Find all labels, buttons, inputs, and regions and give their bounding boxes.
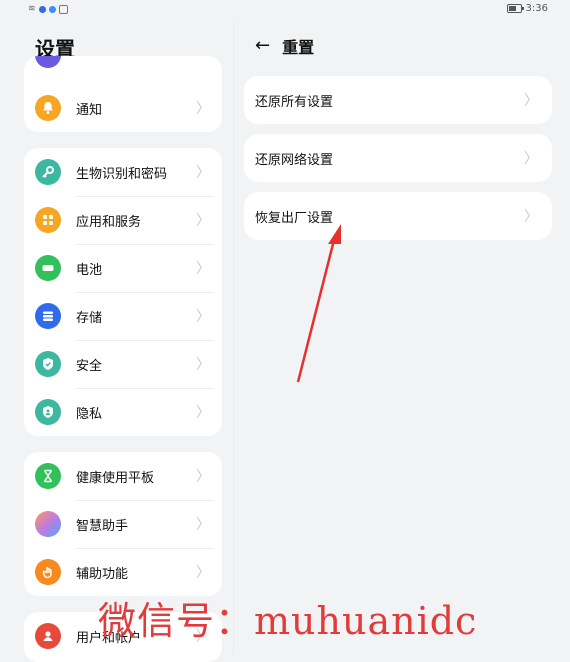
chevron-right-icon: 〉 bbox=[196, 517, 210, 533]
factory-reset-item[interactable]: 恢复出厂设置 〉 bbox=[244, 192, 552, 240]
sidebar-item-label: 存储 bbox=[76, 310, 103, 326]
status-right: 3:36 bbox=[506, 3, 548, 14]
reset-item-label: 还原网络设置 bbox=[255, 152, 334, 168]
back-arrow-icon[interactable]: ← bbox=[255, 37, 270, 55]
user-icon bbox=[35, 623, 61, 649]
hand-icon bbox=[35, 559, 61, 585]
settings-group-1: 通知 〉 bbox=[24, 56, 222, 132]
sidebar-item-label: 电池 bbox=[76, 262, 103, 278]
sidebar-item-accessibility[interactable]: 辅助功能 〉 bbox=[24, 548, 222, 596]
battery-icon bbox=[35, 255, 61, 281]
chevron-right-icon: 〉 bbox=[524, 209, 538, 225]
notification-dot-blue-icon bbox=[38, 5, 46, 13]
sidebar-item-label: 应用和服务 bbox=[76, 214, 142, 230]
sidebar-item-apps[interactable]: 应用和服务 〉 bbox=[24, 196, 222, 244]
settings-group-2: 生物识别和密码 〉 应用和服务 〉 电池 〉 存储 〉 安全 〉 隐私 〉 bbox=[24, 148, 222, 436]
battery-status-icon bbox=[506, 4, 524, 13]
sidebar-item-label: 隐私 bbox=[76, 406, 103, 422]
chevron-right-icon: 〉 bbox=[524, 151, 538, 167]
notification-dot-blue-icon bbox=[48, 5, 56, 13]
reset-item-label: 恢复出厂设置 bbox=[255, 210, 334, 226]
wifi-icon: ≋ bbox=[28, 4, 36, 14]
sidebar-item-label: 健康使用平板 bbox=[76, 470, 155, 486]
sidebar-item-label: 生物识别和密码 bbox=[76, 166, 168, 182]
storage-icon bbox=[35, 303, 61, 329]
watermark-text: 微信号：muhuanidc bbox=[98, 599, 478, 643]
detail-header: ← 重置 bbox=[255, 34, 314, 58]
chevron-right-icon: 〉 bbox=[524, 93, 538, 109]
partial-icon bbox=[35, 56, 61, 68]
chevron-right-icon: 〉 bbox=[196, 213, 210, 229]
sidebar-item-biometrics[interactable]: 生物识别和密码 〉 bbox=[24, 148, 222, 196]
settings-group-3: 健康使用平板 〉 智慧助手 〉 辅助功能 〉 bbox=[24, 452, 222, 596]
chevron-right-icon: 〉 bbox=[196, 309, 210, 325]
sidebar-item-privacy[interactable]: 隐私 〉 bbox=[24, 388, 222, 436]
sidebar-item-label: 通知 bbox=[76, 102, 103, 118]
sidebar-item-security[interactable]: 安全 〉 bbox=[24, 340, 222, 388]
key-icon bbox=[35, 159, 61, 185]
chevron-right-icon: 〉 bbox=[196, 357, 210, 373]
sidebar-item-assistant[interactable]: 智慧助手 〉 bbox=[24, 500, 222, 548]
clock: 3:36 bbox=[525, 3, 548, 14]
sidebar-item-label: 辅助功能 bbox=[76, 566, 129, 582]
status-bar: ≋ 3:36 bbox=[0, 0, 570, 20]
bell-icon bbox=[35, 95, 61, 121]
chevron-right-icon: 〉 bbox=[196, 565, 210, 581]
sidebar-item-storage[interactable]: 存储 〉 bbox=[24, 292, 222, 340]
pane-divider bbox=[233, 22, 234, 654]
assistant-orb-icon bbox=[35, 511, 61, 537]
chevron-right-icon: 〉 bbox=[196, 261, 210, 277]
notification-box-icon bbox=[58, 4, 68, 14]
status-icons: ≋ bbox=[28, 4, 68, 14]
chevron-right-icon: 〉 bbox=[196, 101, 210, 117]
hourglass-icon bbox=[35, 463, 61, 489]
reset-item-label: 还原所有设置 bbox=[255, 94, 334, 110]
sidebar-item-label: 智慧助手 bbox=[76, 518, 129, 534]
chevron-right-icon: 〉 bbox=[196, 405, 210, 421]
sidebar-item-notifications[interactable]: 通知 〉 bbox=[24, 84, 222, 132]
apps-grid-icon bbox=[35, 207, 61, 233]
shield-check-icon bbox=[35, 351, 61, 377]
page-title: 重置 bbox=[282, 38, 315, 57]
sidebar-item-battery[interactable]: 电池 〉 bbox=[24, 244, 222, 292]
reset-network-settings-item[interactable]: 还原网络设置 〉 bbox=[244, 134, 552, 182]
sidebar-item-label: 安全 bbox=[76, 358, 103, 374]
chevron-right-icon: 〉 bbox=[196, 469, 210, 485]
chevron-right-icon: 〉 bbox=[196, 165, 210, 181]
reset-all-settings-item[interactable]: 还原所有设置 〉 bbox=[244, 76, 552, 124]
privacy-shield-icon bbox=[35, 399, 61, 425]
sidebar-item-digital-balance[interactable]: 健康使用平板 〉 bbox=[24, 452, 222, 500]
